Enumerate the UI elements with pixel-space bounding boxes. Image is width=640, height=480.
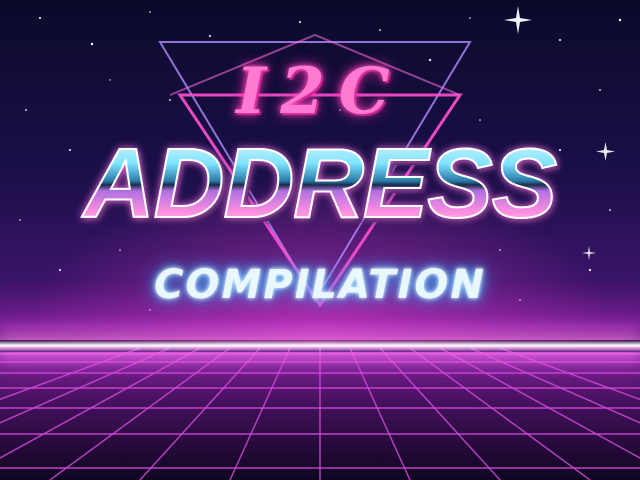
synthwave-title-card: I2C ADDRESS COMPILATION (0, 0, 640, 480)
perspective-grid (0, 348, 640, 480)
title-line-i2c: I2C (236, 54, 404, 129)
title-line-compilation: COMPILATION (154, 262, 486, 308)
title-line-address: ADDRESS (0, 133, 640, 233)
horizon-glow (0, 340, 640, 352)
